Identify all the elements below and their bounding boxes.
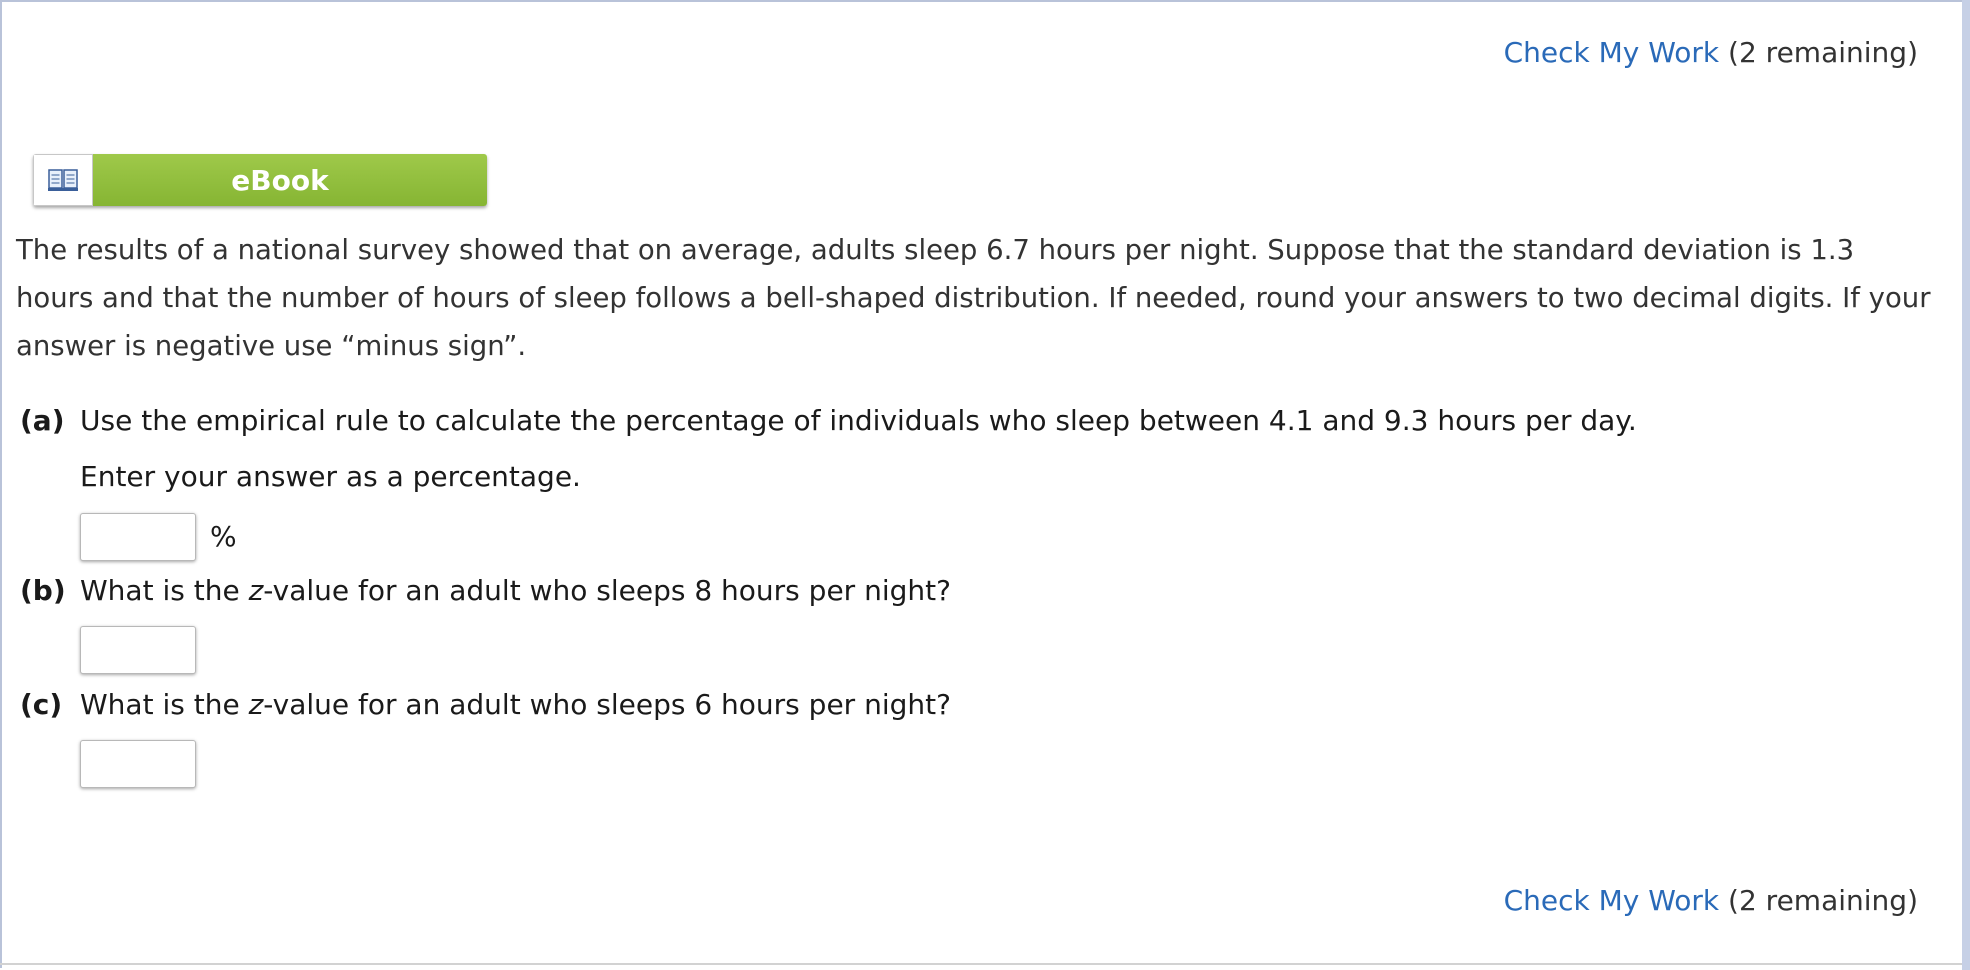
bottom-divider: [0, 963, 1962, 965]
remaining-attempts-bottom: (2 remaining): [1728, 884, 1918, 917]
ebook-button[interactable]: eBook: [33, 154, 487, 206]
part-b-letter: (b): [20, 574, 66, 607]
part-b-text-pre: What is the: [80, 574, 249, 607]
part-b-text-post: -value for an adult who sleeps 8 hours p…: [263, 574, 951, 607]
part-c-text-post: -value for an adult who sleeps 6 hours p…: [263, 688, 951, 721]
part-c-text-pre: What is the: [80, 688, 249, 721]
open-book-icon: [33, 154, 93, 206]
part-c-variable: z: [248, 688, 264, 721]
part-a-question: (a) Use the empirical rule to calculate t…: [20, 404, 1637, 437]
part-c-question: (c) What is the z-value for an adult who …: [20, 688, 951, 721]
part-b-answer-input[interactable]: [80, 626, 196, 674]
problem-statement: The results of a national survey showed …: [16, 234, 1931, 362]
part-a-letter: (a): [20, 404, 65, 437]
ebook-label: eBook: [93, 154, 487, 206]
scrollbar-edge[interactable]: [1962, 0, 1970, 970]
part-a-answer-input[interactable]: [80, 513, 196, 561]
check-my-work-link[interactable]: Check My Work: [1504, 36, 1720, 69]
remaining-attempts: (2 remaining): [1728, 36, 1918, 69]
part-a-instruction: Enter your answer as a percentage.: [80, 460, 581, 493]
part-b-variable: z: [248, 574, 264, 607]
check-my-work-link-bottom[interactable]: Check My Work: [1504, 884, 1720, 917]
part-b-question: (b) What is the z-value for an adult who …: [20, 574, 951, 607]
percent-unit: %: [210, 520, 237, 553]
check-my-work-bottom: Check My Work (2 remaining): [1504, 884, 1918, 917]
part-a-text: Use the empirical rule to calculate the …: [80, 404, 1637, 437]
check-my-work-top: Check My Work (2 remaining): [1504, 36, 1918, 69]
part-c-answer-input[interactable]: [80, 740, 196, 788]
part-c-letter: (c): [20, 688, 63, 721]
